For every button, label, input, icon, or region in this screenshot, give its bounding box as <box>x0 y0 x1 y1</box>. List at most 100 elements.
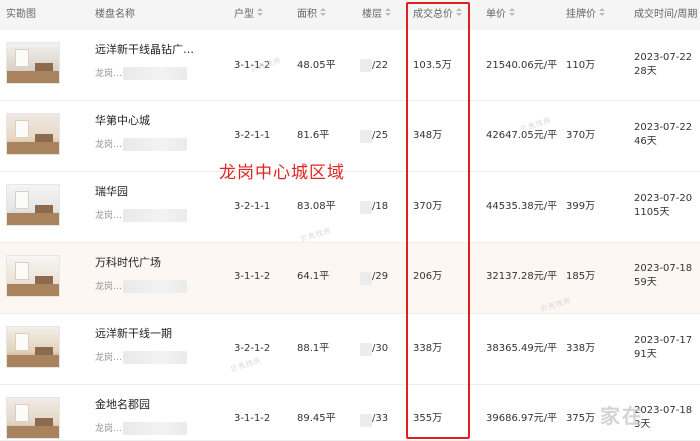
deal-date: 2023-07-17 <box>634 335 693 346</box>
blurred-floor <box>360 130 372 143</box>
listing-district: 龙岗… <box>95 140 123 150</box>
header-unit-label: 单价 <box>486 9 506 20</box>
listing-price-value: 185万 <box>566 271 596 282</box>
deal-cycle: 1105天 <box>634 207 670 218</box>
layout-value: 3-2-1-2 <box>234 343 271 354</box>
listing-name[interactable]: 金地名郡园 <box>95 398 150 412</box>
table-header: 实勘图 楼盘名称 户型 面积 楼层 成交总价 单价 挂牌价 成交时间/周期 <box>0 0 700 30</box>
listing-photo[interactable] <box>6 397 60 439</box>
deal-date: 2023-07-22 <box>634 52 693 63</box>
deal-cycle: 46天 <box>634 136 657 147</box>
listing-district: 龙岗… <box>95 211 123 221</box>
unit-price-value: 44535.38元/平 <box>486 201 558 212</box>
layout-value: 3-1-1-2 <box>234 413 271 424</box>
area-value: 81.6平 <box>297 130 330 141</box>
header-floor[interactable]: 楼层 <box>362 8 391 22</box>
header-area[interactable]: 面积 <box>297 8 326 22</box>
listing-name[interactable]: 万科时代广场 <box>95 256 161 270</box>
sort-icon[interactable] <box>509 8 515 18</box>
header-layout[interactable]: 户型 <box>234 8 263 22</box>
header-unit[interactable]: 单价 <box>486 8 515 22</box>
header-photo: 实勘图 <box>6 9 36 20</box>
table-row[interactable]: 远洋新干线晶钻广… 龙岗… 3-1-1-2 48.05平 /22 103.5万 … <box>0 30 700 101</box>
deal-date: 2023-07-22 <box>634 122 693 133</box>
sort-icon[interactable] <box>385 8 391 18</box>
layout-value: 3-2-1-1 <box>234 201 271 212</box>
blurred-address <box>123 280 187 293</box>
header-total-label: 成交总价 <box>413 9 453 20</box>
listing-price-value: 399万 <box>566 201 596 212</box>
area-value: 48.05平 <box>297 60 336 71</box>
floor-value: /25 <box>372 130 389 141</box>
header-area-label: 面积 <box>297 9 317 20</box>
header-floor-label: 楼层 <box>362 9 382 20</box>
header-listing[interactable]: 挂牌价 <box>566 8 605 22</box>
unit-price-value: 21540.06元/平 <box>486 60 558 71</box>
blurred-floor <box>360 201 372 214</box>
listing-district: 龙岗… <box>95 424 123 434</box>
table-row[interactable]: 华第中心城 龙岗… 3-2-1-1 81.6平 /25 348万 42647.0… <box>0 101 700 172</box>
listing-name[interactable]: 远洋新干线晶钻广… <box>95 43 194 57</box>
floor-value: /30 <box>372 343 389 354</box>
layout-value: 3-2-1-1 <box>234 130 271 141</box>
table-row[interactable]: 金地名郡园 龙岗… 3-1-1-2 89.45平 /33 355万 39686.… <box>0 385 700 441</box>
table-row[interactable]: 万科时代广场 龙岗… 3-1-1-2 64.1平 /29 206万 32137.… <box>0 243 700 314</box>
blurred-floor <box>360 59 372 72</box>
deal-cycle: 28天 <box>634 66 657 77</box>
region-annotation: 龙岗中心城区域 <box>219 163 345 183</box>
listing-district: 龙岗… <box>95 282 123 292</box>
listing-price-value: 110万 <box>566 60 596 71</box>
area-value: 83.08平 <box>297 201 336 212</box>
total-price-value: 370万 <box>413 201 443 212</box>
table-row[interactable]: 远洋新干线一期 龙岗… 3-2-1-2 88.1平 /30 338万 38365… <box>0 314 700 385</box>
sort-icon[interactable] <box>456 8 462 18</box>
listing-price-value: 375万 <box>566 413 596 424</box>
header-name: 楼盘名称 <box>95 9 135 20</box>
deal-cycle: 91天 <box>634 349 657 360</box>
unit-price-value: 38365.49元/平 <box>486 343 558 354</box>
floor-value: /29 <box>372 271 389 282</box>
listing-district: 龙岗… <box>95 69 123 79</box>
listing-name[interactable]: 瑞华园 <box>95 185 128 199</box>
header-total[interactable]: 成交总价 <box>413 8 462 22</box>
listing-photo[interactable] <box>6 42 60 84</box>
sort-icon[interactable] <box>257 8 263 18</box>
listing-photo[interactable] <box>6 326 60 368</box>
sort-icon[interactable] <box>320 8 326 18</box>
area-value: 89.45平 <box>297 413 336 424</box>
total-price-value: 348万 <box>413 130 443 141</box>
header-deal-time: 成交时间/周期 <box>634 9 698 20</box>
blurred-address <box>123 351 187 364</box>
blurred-floor <box>360 414 372 427</box>
sort-icon[interactable] <box>599 8 605 18</box>
header-layout-label: 户型 <box>234 9 254 20</box>
blurred-floor <box>360 343 372 356</box>
total-price-value: 206万 <box>413 271 443 282</box>
site-logo: 家在 <box>600 404 644 428</box>
table-row[interactable]: 瑞华园 龙岗… 3-2-1-1 83.08平 /18 370万 44535.38… <box>0 172 700 243</box>
layout-value: 3-1-1-2 <box>234 271 271 282</box>
blurred-floor <box>360 272 372 285</box>
total-price-value: 355万 <box>413 413 443 424</box>
blurred-address <box>123 138 187 151</box>
total-price-value: 338万 <box>413 343 443 354</box>
deal-date: 2023-07-20 <box>634 193 693 204</box>
listing-price-value: 338万 <box>566 343 596 354</box>
header-listing-label: 挂牌价 <box>566 9 596 20</box>
unit-price-value: 32137.28元/平 <box>486 271 558 282</box>
listing-photo[interactable] <box>6 255 60 297</box>
deal-cycle: 59天 <box>634 277 657 288</box>
total-price-value: 103.5万 <box>413 60 452 71</box>
blurred-address <box>123 209 187 222</box>
unit-price-value: 39686.97元/平 <box>486 413 558 424</box>
area-value: 88.1平 <box>297 343 330 354</box>
deal-date: 2023-07-18 <box>634 263 693 274</box>
listing-name[interactable]: 华第中心城 <box>95 114 150 128</box>
listing-price-value: 370万 <box>566 130 596 141</box>
area-value: 64.1平 <box>297 271 330 282</box>
blurred-address <box>123 67 187 80</box>
listing-photo[interactable] <box>6 113 60 155</box>
listing-name[interactable]: 远洋新干线一期 <box>95 327 172 341</box>
listing-photo[interactable] <box>6 184 60 226</box>
blurred-address <box>123 422 187 435</box>
